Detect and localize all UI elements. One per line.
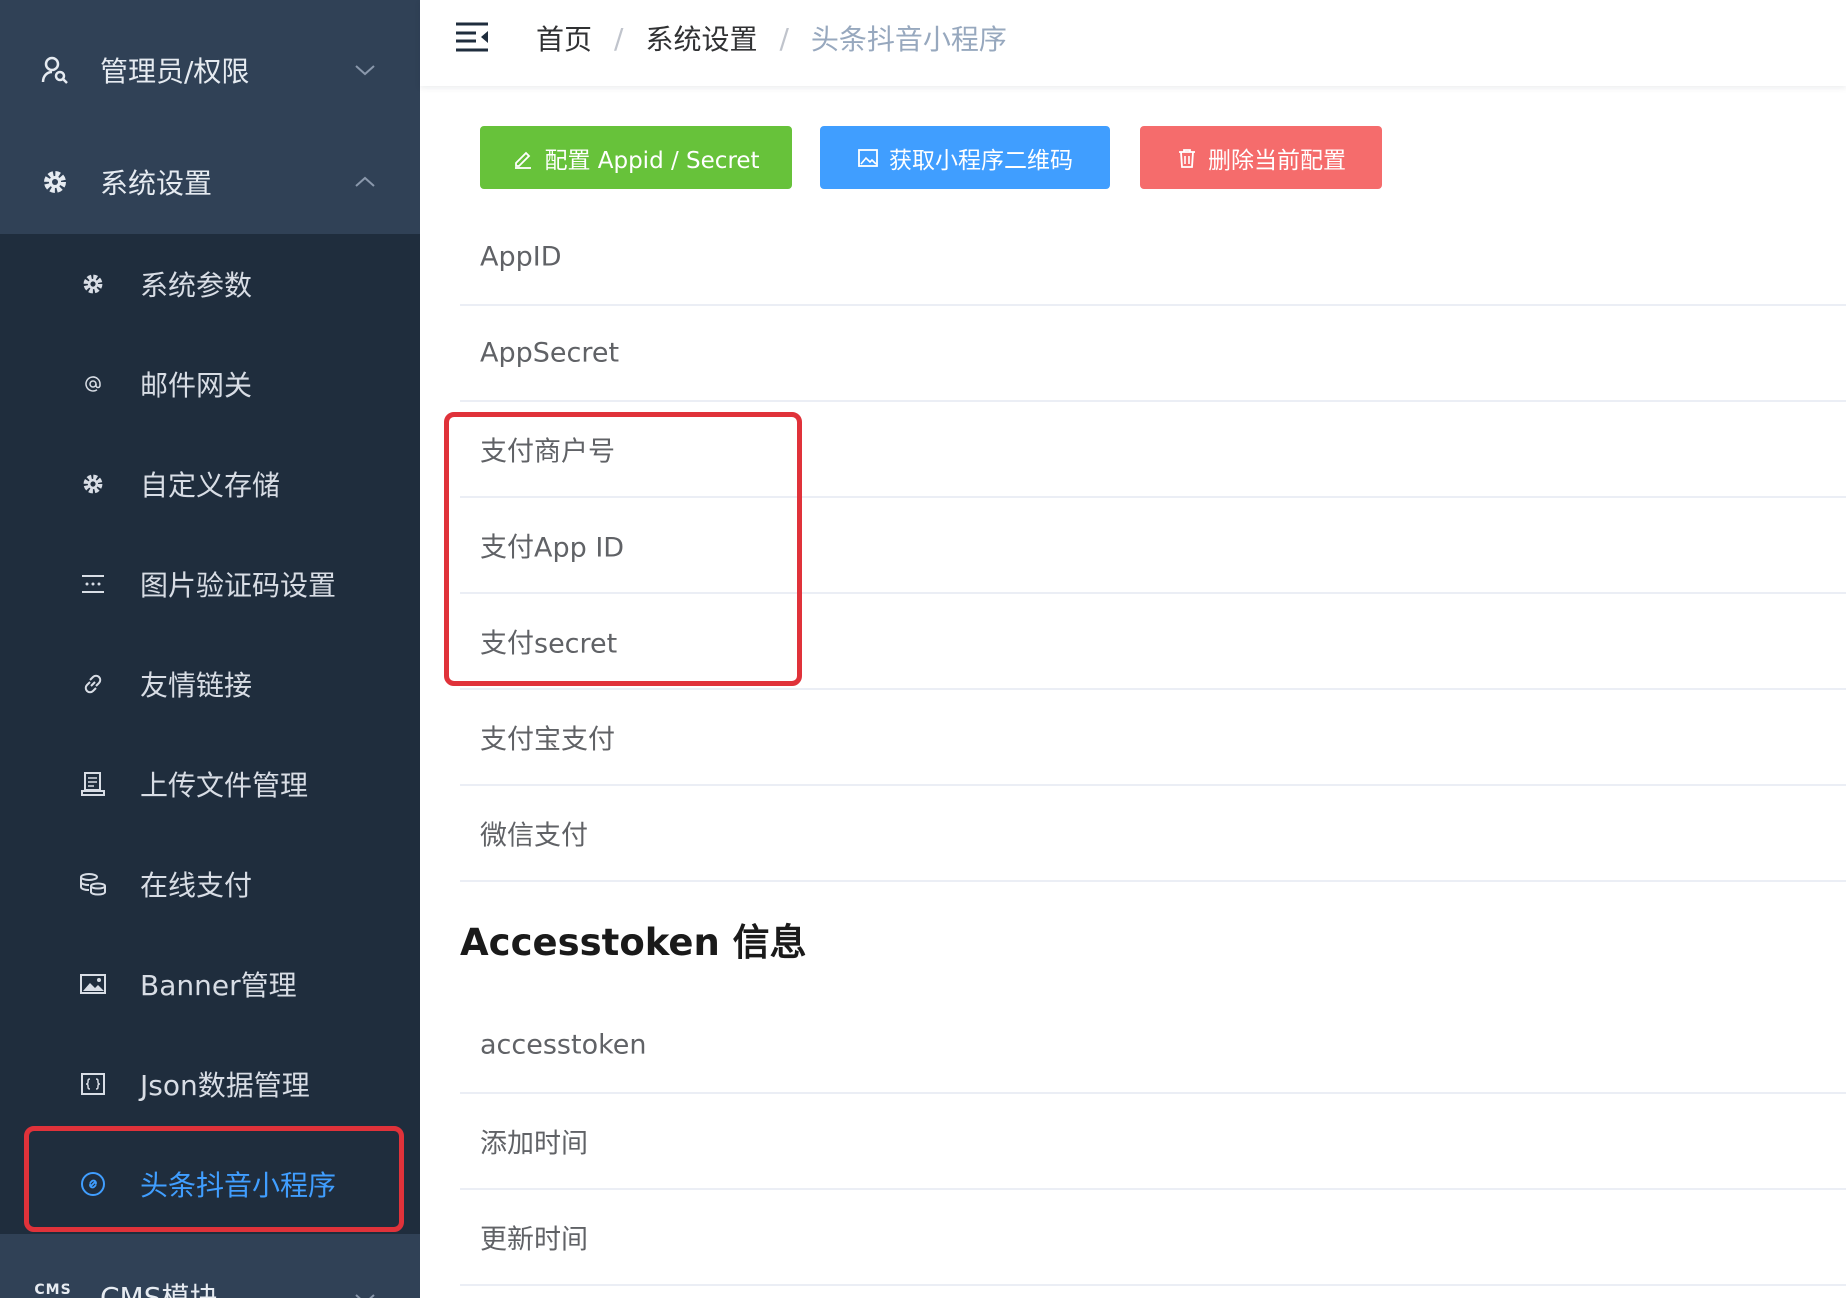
trash-icon: [1179, 148, 1195, 168]
sidebar-item-system-params[interactable]: 系统参数: [0, 234, 420, 334]
picture-icon: [858, 148, 878, 167]
chevron-down-icon: [355, 1294, 375, 1298]
token-row-created: 添加时间: [460, 1094, 1846, 1190]
delete-config-button[interactable]: 删除当前配置: [1140, 126, 1382, 189]
row-label: AppSecret: [480, 337, 620, 369]
sidebar-item-toutiao-miniprogram[interactable]: 头条抖音小程序: [0, 1134, 420, 1234]
sidebar-item-label: 上传文件管理: [140, 769, 309, 802]
sidebar-item-label: 邮件网关: [140, 369, 253, 402]
row-label: 支付App ID: [480, 532, 625, 564]
hamburger-icon[interactable]: [454, 20, 490, 54]
token-row-accesstoken: accesstoken: [460, 998, 1846, 1094]
sidebar-item-upload-files[interactable]: 上传文件管理: [0, 734, 420, 834]
cms-icon: CMS: [34, 1282, 72, 1298]
navbar: 首页 / 系统设置 / 头条抖音小程序: [420, 0, 1846, 86]
link-icon: [78, 669, 108, 699]
row-label: 添加时间: [480, 1128, 588, 1160]
breadcrumb-home[interactable]: 首页: [536, 18, 592, 58]
chevron-down-icon: [355, 65, 375, 76]
qrcode-button-label: 获取小程序二维码: [889, 147, 1073, 174]
sidebar-item-label: 头条抖音小程序: [140, 1169, 337, 1202]
config-row-pay-secret: 支付secret: [460, 594, 1846, 690]
chevron-up-icon: [355, 176, 375, 187]
config-row-alipay: 支付宝支付: [460, 690, 1846, 786]
row-label: 更新时间: [480, 1224, 588, 1256]
sidebar-item-captcha-settings[interactable]: 图片验证码设置: [0, 534, 420, 634]
gear-icon: [78, 269, 108, 299]
menu-system-settings-label: 系统设置: [100, 167, 213, 200]
coins-icon: [78, 869, 108, 899]
picture-icon: [78, 969, 108, 999]
row-label: 支付商户号: [480, 436, 615, 468]
sidebar-item-custom-storage[interactable]: 自定义存储: [0, 434, 420, 534]
gear-icon: [40, 167, 70, 197]
captcha-icon: [78, 569, 108, 599]
miniprogram-icon: [78, 1169, 108, 1199]
config-row-pay-appid: 支付App ID: [460, 498, 1846, 594]
sidebar-item-json-data[interactable]: Json数据管理: [0, 1034, 420, 1134]
gear-icon: [78, 469, 108, 499]
json-icon: [78, 1069, 108, 1099]
sidebar-item-mail-gateway[interactable]: 邮件网关: [0, 334, 420, 434]
config-row-merchant-id: 支付商户号: [460, 402, 1846, 498]
breadcrumb-separator: /: [779, 21, 789, 55]
configure-appid-secret-button[interactable]: 配置 Appid / Secret: [480, 126, 792, 189]
menu-cms-label: CMS模块: [100, 1281, 218, 1298]
accesstoken-section-title: Accesstoken 信息: [460, 921, 807, 964]
at-icon: [78, 369, 108, 399]
sidebar-item-label: 图片验证码设置: [140, 569, 337, 602]
config-row-appid: AppID: [460, 210, 1846, 306]
menu-system-settings[interactable]: 系统设置: [0, 126, 420, 238]
system-settings-submenu: 系统参数 邮件网关 自定义存储 图片验证码设置 友情链接 上传文件管理 在线支付: [0, 234, 420, 1234]
breadcrumb-system-settings[interactable]: 系统设置: [645, 18, 757, 58]
menu-cms[interactable]: CMS CMS模块: [0, 1244, 420, 1298]
sidebar-item-online-payment[interactable]: 在线支付: [0, 834, 420, 934]
sidebar-item-label: 自定义存储: [140, 469, 281, 502]
sidebar-item-banner[interactable]: Banner管理: [0, 934, 420, 1034]
configure-button-label: 配置 Appid / Secret: [544, 147, 760, 174]
edit-icon: [515, 151, 532, 169]
get-qrcode-button[interactable]: 获取小程序二维码: [820, 126, 1110, 189]
sidebar-item-label: 在线支付: [140, 869, 253, 902]
config-row-appsecret: AppSecret: [460, 306, 1846, 402]
row-label: accesstoken: [480, 1029, 647, 1061]
sidebar: 管理员/权限 系统设置 系统参数 邮件网关 自定义存储 图片验证码设置 友情链接: [0, 0, 420, 1298]
config-row-wechat-pay: 微信支付: [460, 786, 1846, 882]
row-label: AppID: [480, 241, 562, 273]
token-row-updated: 更新时间: [460, 1190, 1846, 1286]
row-label: 支付secret: [480, 628, 618, 660]
row-label: 支付宝支付: [480, 724, 615, 756]
sidebar-item-friend-links[interactable]: 友情链接: [0, 634, 420, 734]
menu-admin-permissions[interactable]: 管理员/权限: [0, 14, 420, 126]
delete-button-label: 删除当前配置: [1208, 147, 1346, 174]
sidebar-item-label: Json数据管理: [140, 1069, 310, 1102]
sidebar-item-label: 系统参数: [140, 269, 253, 302]
row-label: 微信支付: [480, 820, 588, 852]
sidebar-item-label: 友情链接: [140, 669, 253, 702]
menu-admin-label: 管理员/权限: [100, 55, 250, 88]
breadcrumb-separator: /: [614, 21, 624, 55]
sidebar-item-label: Banner管理: [140, 969, 297, 1002]
breadcrumb: 首页 / 系统设置 / 头条抖音小程序: [536, 0, 1007, 76]
file-manage-icon: [78, 769, 108, 799]
breadcrumb-current: 头条抖音小程序: [810, 23, 1007, 56]
user-key-icon: [40, 55, 70, 85]
